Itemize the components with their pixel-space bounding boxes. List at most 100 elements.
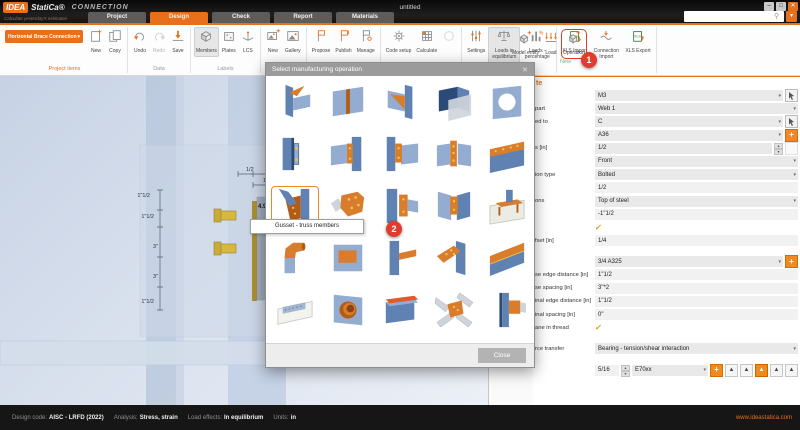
property-field[interactable]: 1/2 [595,143,772,154]
ribbon-button-propose[interactable]: Propose [310,27,333,57]
operation-tile[interactable] [430,238,478,282]
property-row: ✓ [535,222,798,233]
property-select[interactable]: C▾ [595,116,783,127]
operation-tile[interactable] [377,134,425,178]
operation-tile[interactable] [324,290,372,334]
ribbon-button-xls-export[interactable]: XLSXLS Export [623,27,652,57]
property-field[interactable]: 3"*2 [595,283,798,294]
flange-plate-icon [487,135,527,178]
weld-type-button[interactable]: ▲ [740,364,753,377]
ribbon-button-save[interactable]: Save [169,27,187,57]
property-field[interactable]: -1"1/2 [595,209,798,220]
pick-in-scene-button[interactable] [785,89,798,102]
weld-type-button[interactable]: ▲ [770,364,783,377]
weld-type-button[interactable]: ▲ [755,364,768,377]
operation-tile[interactable] [430,186,478,230]
add-item-button[interactable]: + [710,364,723,377]
close-button[interactable]: Close [478,348,526,363]
search-input[interactable] [684,12,774,21]
value-stepper[interactable]: ▲▼ [774,143,783,154]
operation-tile[interactable] [271,82,319,126]
property-field[interactable]: 1/4 [595,235,798,246]
ribbon-button-load[interactable]: Load [542,29,560,59]
property-label-fragment: inal spacing [in] [535,312,595,318]
property-select[interactable]: Web 1▾ [595,103,798,114]
ribbon-button-gallery[interactable]: Gallery [283,27,303,57]
bend-icon [275,239,315,282]
dialog-close-icon[interactable]: ✕ [522,66,528,74]
search-box[interactable]: ⚲ [684,11,784,22]
window-controls: – □ ✕ [764,2,798,11]
operation-tile[interactable] [377,238,425,282]
operation-tile[interactable] [324,238,372,282]
search-dropdown-button[interactable]: ▾ [786,11,797,22]
fin-plate-icon [381,135,421,178]
operation-tile[interactable] [430,82,478,126]
tab-materials[interactable]: Materials [336,12,394,23]
connection-selector-combo[interactable]: Horizontal Brace Connection▾ [5,30,83,43]
operation-tile[interactable] [324,134,372,178]
operation-tile[interactable] [483,134,531,178]
property-select[interactable]: M3▾ [595,90,783,101]
weld-type-button[interactable]: ▲ [785,364,798,377]
ribbon-button-undo[interactable]: Undo [131,27,149,57]
operation-tile[interactable] [430,134,478,178]
website-link[interactable]: www.ideastatica.com [736,415,792,421]
ribbon-button-settings[interactable]: Settings [465,27,487,57]
weld-size-field[interactable]: 5/16 [595,365,619,376]
property-field[interactable]: 1/2 [595,182,798,193]
property-select[interactable]: 3/4 A325▾ [595,256,783,267]
ribbon-button-lcs[interactable]: LCS [239,27,257,57]
ribbon-button-plates[interactable]: Plates [220,27,238,57]
maximize-button[interactable]: □ [776,2,786,11]
operation-tile[interactable] [377,82,425,126]
weld-type-button[interactable]: ▲ [725,364,738,377]
ribbon-button-code-setup[interactable]: Code setup [384,27,414,57]
tab-check[interactable]: Check [212,12,270,23]
value-stepper[interactable]: ▲▼ [621,365,630,376]
ribbon-button-members[interactable]: Members [194,27,219,57]
operation-tile[interactable] [483,82,531,126]
ribbon-button-calculate[interactable]: Calculate [414,27,439,57]
operation-tile[interactable] [483,238,531,282]
property-field[interactable]: 1"1/2 [595,296,798,307]
end-plate-icon [275,135,315,178]
property-select[interactable]: Front▾ [595,156,798,167]
pick-in-scene-button[interactable] [785,115,798,128]
checkbox-checked[interactable]: ✓ [594,223,603,232]
property-field[interactable]: 1"1/2 [595,269,798,280]
statica-logo-text: StatiCa® [31,3,64,12]
ribbon-button-new[interactable]: New [264,27,282,57]
step-badge-1: 1 [581,52,597,68]
operation-tile[interactable] [483,290,531,334]
ribbon-button-model-entity[interactable]: Model entity [510,29,541,59]
property-select[interactable]: Top of steel▾ [595,196,798,207]
close-window-button[interactable]: ✕ [788,2,798,11]
add-item-button[interactable]: + [785,129,798,142]
property-field[interactable]: 0" [595,309,798,320]
dimension-label: 3" [153,244,158,250]
weld-electrode-select[interactable]: E70xx▾ [632,365,708,376]
ribbon-button-manage[interactable]: Manage [355,27,377,57]
operation-tile[interactable] [324,82,372,126]
property-select[interactable]: Bearing - tension/shear interaction▾ [595,343,798,354]
operation-tile[interactable] [430,290,478,334]
operation-tile[interactable] [271,290,319,334]
ribbon-button-operation[interactable]: Operation1 [561,29,587,59]
operation-tile[interactable] [483,186,531,230]
tab-design[interactable]: Design [150,12,208,23]
operation-tile[interactable] [271,238,319,282]
add-item-button[interactable]: + [785,255,798,268]
ribbon-button-new[interactable]: New [87,27,105,57]
property-select[interactable]: Bolted▾ [595,169,798,180]
tab-report[interactable]: Report [274,12,332,23]
property-select[interactable]: A36▾ [595,130,783,141]
operation-tile[interactable] [377,290,425,334]
operation-tile[interactable] [271,134,319,178]
tab-project[interactable]: Project [88,12,146,23]
checkbox-checked[interactable]: ✓ [594,323,603,332]
minimize-button[interactable]: – [764,2,774,11]
operation-tile[interactable] [377,186,425,230]
ribbon-button-publish[interactable]: Publish [333,27,353,57]
ribbon-button-copy[interactable]: Copy [106,27,124,57]
